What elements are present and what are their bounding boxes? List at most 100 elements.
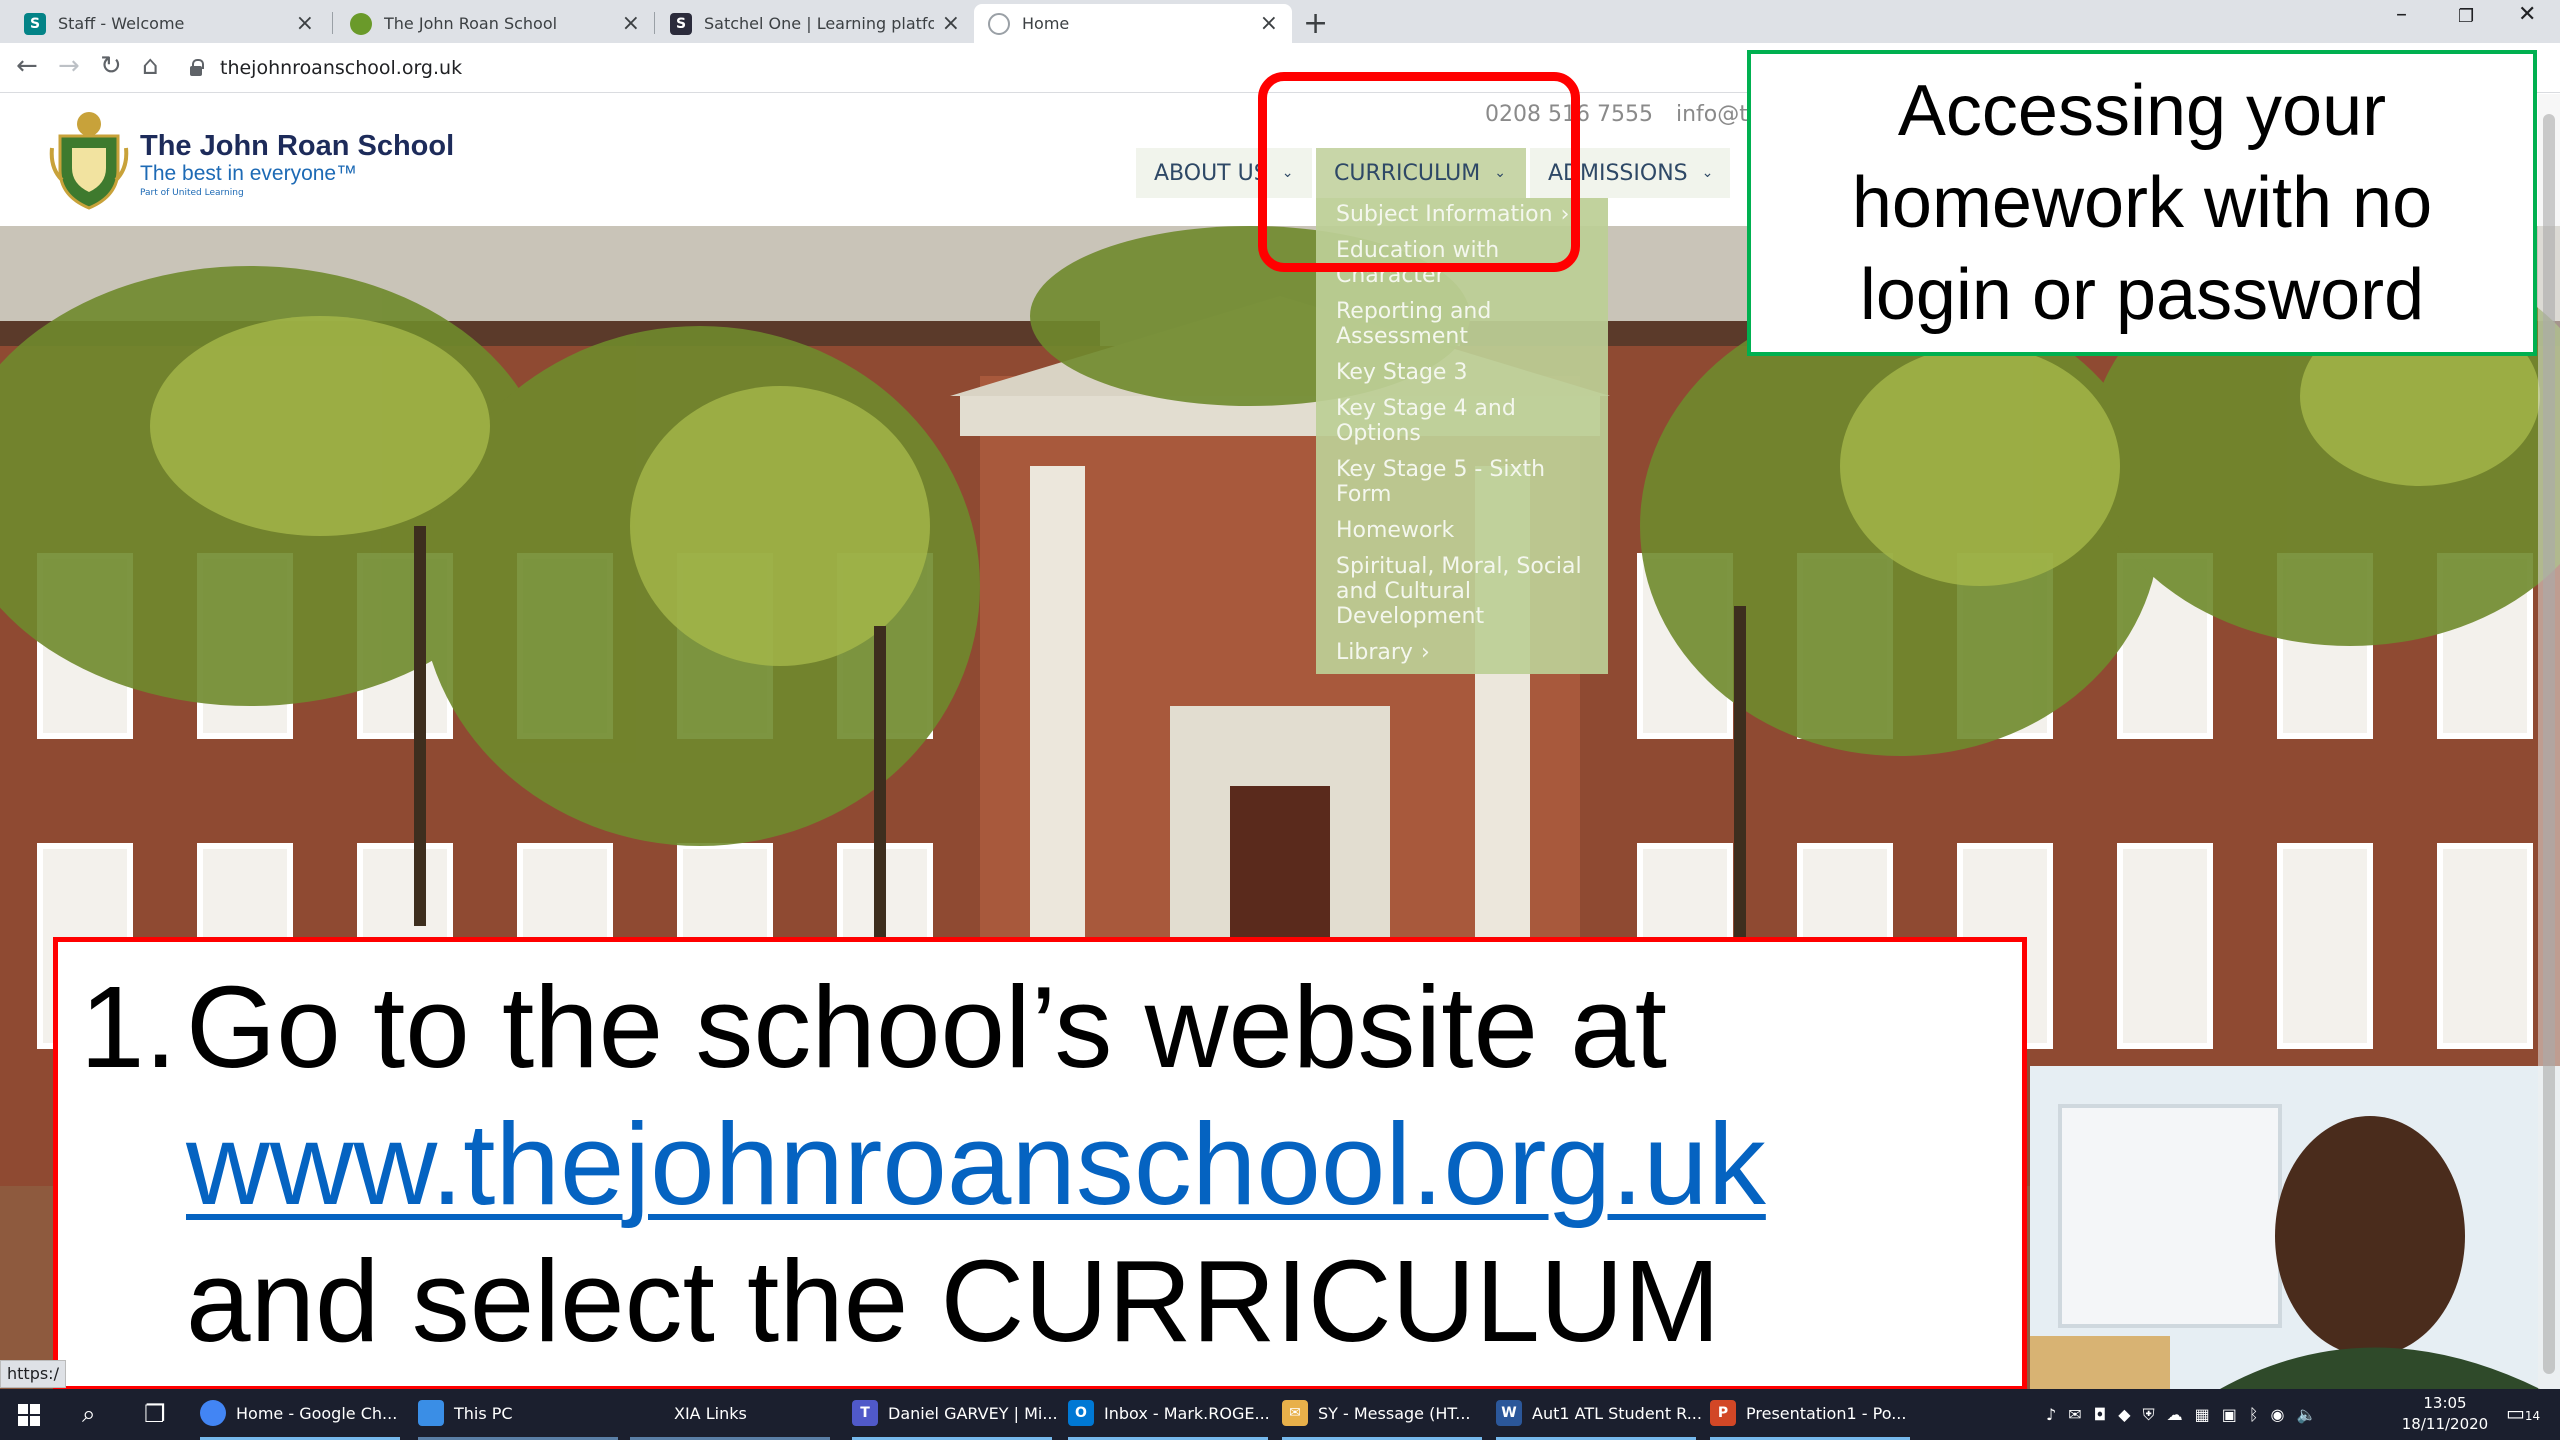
menu-item-label: Library (1336, 640, 1413, 665)
url-text: thejohnroanschool.org.uk (220, 57, 463, 79)
minimize-window-icon[interactable]: – (2396, 2, 2407, 27)
taskbar-app-label: Aut1 ATL Student R... (1532, 1403, 1702, 1423)
powerpoint-icon: P (1710, 1400, 1736, 1426)
taskbar-app-word[interactable]: W Aut1 ATL Student R... (1496, 1389, 1702, 1440)
menu-item-reporting-and-assessment[interactable]: Reporting and Assessment (1316, 299, 1608, 349)
status-bar-url: https:/ (0, 1360, 66, 1388)
menu-item-label: Spiritual, Moral, Social and Cultural De… (1336, 554, 1582, 629)
taskbar-app-label: Daniel GARVEY | Mi... (888, 1403, 1058, 1423)
chevron-down-icon: ⌄ (1701, 165, 1714, 181)
step-text-before: Go to the school’s website at (186, 962, 1667, 1092)
system-tray: ♪ ✉ ◘ ◆ ⛨ ☁ ▦ ▣ ᛒ ◉ 🔈 (2046, 1389, 2328, 1440)
school-crest-logo[interactable] (48, 108, 130, 210)
menu-item-key-stage-4[interactable]: Key Stage 4 and Options (1316, 396, 1608, 446)
taskbar-app-label: SY - Message (HT... (1318, 1403, 1471, 1423)
forward-arrow-icon[interactable]: → (58, 51, 80, 81)
satchel-icon: S (670, 12, 692, 35)
step-instruction: Go to the school’s website at www.thejoh… (186, 959, 2016, 1440)
school-subtag: Part of United Learning (140, 188, 244, 198)
sharepoint-icon: S (24, 12, 46, 35)
taskbar-app-powerpoint[interactable]: P Presentation1 - Po... (1710, 1389, 1910, 1440)
page-scrollbar[interactable] (2538, 94, 2560, 1389)
tab-label: Home (1022, 14, 1070, 33)
menu-item-key-stage-3[interactable]: Key Stage 3 (1316, 360, 1608, 385)
taskbar-app-label: Home - Google Ch... (236, 1403, 398, 1423)
close-tab-icon[interactable]: × (622, 11, 640, 36)
school-name[interactable]: The John Roan School (140, 130, 454, 163)
this-pc-icon (418, 1400, 444, 1426)
task-view-icon[interactable]: ❐ (144, 1400, 166, 1428)
taskbar-app-teams[interactable]: T Daniel GARVEY | Mi... (852, 1389, 1058, 1440)
tray-chrome-icon[interactable]: ◉ (2270, 1405, 2284, 1424)
tab-divider (654, 12, 655, 34)
windows-taskbar: ⌕ ❐ Home - Google Ch... This PC XIA Link… (0, 1389, 2560, 1440)
close-tab-icon[interactable]: × (296, 11, 314, 36)
menu-item-smsc-development[interactable]: Spiritual, Moral, Social and Cultural De… (1316, 554, 1608, 629)
tray-volume-icon[interactable]: 🔈 (2296, 1405, 2316, 1424)
search-icon[interactable]: ⌕ (82, 1400, 95, 1428)
tray-bluetooth-icon[interactable]: ᛒ (2249, 1405, 2259, 1424)
close-window-icon[interactable]: ✕ (2518, 2, 2536, 27)
taskbar-app-label: XIA Links (674, 1403, 747, 1423)
tray-app-icon[interactable]: ♪ (2046, 1405, 2056, 1424)
notification-count: 14 (2524, 1409, 2541, 1423)
taskbar-app-this-pc[interactable]: This PC (418, 1389, 618, 1440)
browser-tab-home[interactable]: Home × (974, 4, 1292, 43)
outlook-icon: O (1068, 1400, 1094, 1426)
taskbar-app-message[interactable]: ✉ SY - Message (HT... (1282, 1389, 1482, 1440)
menu-item-homework[interactable]: Homework (1316, 518, 1608, 543)
tray-cloud-icon[interactable]: ☁ (2167, 1405, 2183, 1424)
chrome-icon (200, 1400, 226, 1426)
taskbar-app-label: Inbox - Mark.ROGE... (1104, 1403, 1270, 1423)
tray-security-icon[interactable]: ⛨ (2143, 1405, 2155, 1425)
nav-label: ABOUT US (1154, 160, 1268, 186)
menu-item-label: Key Stage 3 (1336, 360, 1468, 385)
slide-title: Accessing your homework with no login or… (1851, 71, 2433, 335)
menu-item-key-stage-5[interactable]: Key Stage 5 - Sixth Form (1316, 457, 1608, 507)
tray-mail-icon[interactable]: ✉ (2068, 1405, 2081, 1424)
school-tagline: The best in everyone™ (140, 162, 358, 185)
tray-outlook-icon[interactable]: ◘ (2094, 1405, 2107, 1424)
tray-teams-icon[interactable]: ◆ (2118, 1405, 2130, 1424)
chevron-right-icon: › (1420, 640, 1430, 665)
clock-date: 18/11/2020 (2401, 1415, 2489, 1433)
tray-display-icon[interactable]: ▣ (2222, 1405, 2237, 1424)
notification-center-icon[interactable]: ▭14 (2506, 1401, 2540, 1426)
new-tab-button[interactable]: + (1303, 6, 1328, 41)
school-crest-icon (350, 12, 372, 35)
menu-item-library[interactable]: Library › (1316, 640, 1608, 665)
close-tab-icon[interactable]: × (1260, 11, 1278, 36)
lock-icon (190, 59, 204, 76)
taskbar-app-label: This PC (454, 1403, 513, 1423)
scrollbar-thumb[interactable] (2543, 114, 2555, 1374)
word-icon: W (1496, 1400, 1522, 1426)
slide-title-box: Accessing your homework with no login or… (1747, 50, 2537, 356)
taskbar-app-label: Presentation1 - Po... (1746, 1403, 1907, 1423)
tab-label: Satchel One | Learning platform (704, 14, 934, 33)
reload-icon[interactable]: ↻ (100, 51, 122, 81)
menu-item-label: Key Stage 5 - Sixth Form (1336, 457, 1546, 507)
menu-item-label: Homework (1336, 518, 1455, 543)
taskbar-app-chrome[interactable]: Home - Google Ch... (200, 1389, 400, 1440)
instruction-step-box: 1. Go to the school’s website at www.the… (53, 937, 2027, 1440)
restore-window-icon[interactable]: ❐ (2458, 6, 2474, 27)
home-icon[interactable]: ⌂ (142, 51, 159, 81)
mail-envelope-icon: ✉ (1282, 1400, 1308, 1426)
school-website-link[interactable]: www.thejohnroanschool.org.uk (186, 1099, 1766, 1229)
tray-network-icon[interactable]: ▦ (2195, 1405, 2210, 1424)
tab-divider (332, 12, 333, 34)
step-number: 1. (80, 962, 177, 1092)
taskbar-clock[interactable]: 13:05 18/11/2020 (2400, 1393, 2490, 1435)
browser-tab-john-roan[interactable]: The John Roan School × (336, 4, 654, 43)
teams-icon: T (852, 1400, 878, 1426)
curriculum-highlight-ring (1258, 72, 1580, 272)
close-tab-icon[interactable]: × (942, 11, 960, 36)
windows-start-icon[interactable] (18, 1404, 40, 1426)
browser-tab-staff-welcome[interactable]: S Staff - Welcome × (10, 4, 328, 43)
clock-time: 13:05 (2423, 1394, 2467, 1412)
taskbar-app-outlook-inbox[interactable]: O Inbox - Mark.ROGE... (1068, 1389, 1270, 1440)
browser-tab-strip: S Staff - Welcome × The John Roan School… (0, 0, 2560, 43)
browser-tab-satchel-one[interactable]: S Satchel One | Learning platform × (656, 4, 974, 43)
taskbar-app-xia-links[interactable]: XIA Links (630, 1389, 830, 1440)
back-arrow-icon[interactable]: ← (16, 51, 38, 81)
